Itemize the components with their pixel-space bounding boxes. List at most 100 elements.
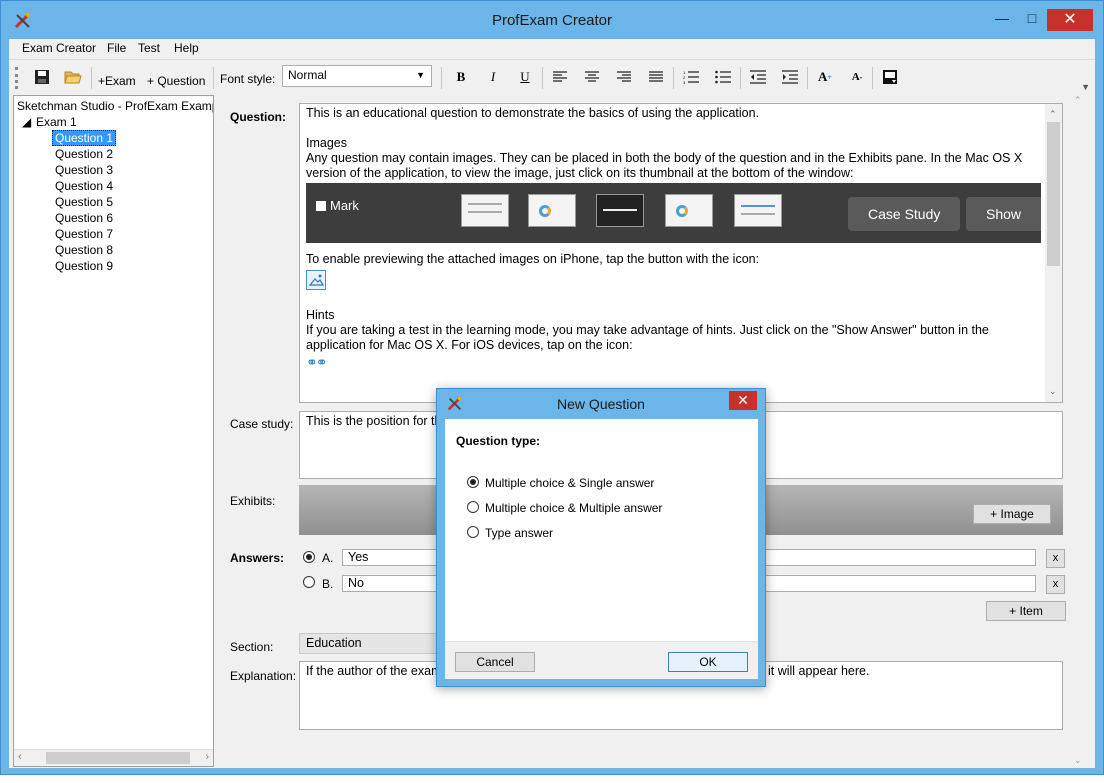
bullet-list-icon[interactable] — [712, 66, 734, 88]
answer-a-radio[interactable] — [303, 551, 315, 563]
maximize-button[interactable]: □ — [1017, 7, 1047, 31]
answer-a-text: Yes — [348, 550, 369, 564]
picture-icon — [306, 270, 326, 290]
tree-item-exam-1[interactable]: Exam 1 — [36, 114, 77, 130]
tree-item-question[interactable]: Question 3 — [55, 162, 113, 178]
toolbar-grip[interactable] — [15, 67, 18, 89]
scrollbar-thumb[interactable] — [46, 752, 190, 764]
chevron-down-icon[interactable]: ⌄ — [1074, 755, 1082, 766]
answer-b-text: No — [348, 576, 364, 590]
mac-toolbar-image: Mark Case Study Show Ans — [306, 183, 1041, 243]
tree-item-question[interactable]: Question 5 — [55, 194, 113, 210]
exam-tree: Sketchman Studio - ProfExam Examp ◢ Exam… — [13, 95, 214, 767]
thumbnail-image — [665, 194, 713, 227]
tree-item-question[interactable]: Question 8 — [55, 242, 113, 258]
subscript-button[interactable]: A- — [846, 66, 868, 88]
thumbnail-image — [596, 194, 644, 227]
toolbar-overflow-icon[interactable]: ▼ — [1081, 82, 1090, 92]
chevron-down-icon: ▼ — [416, 70, 425, 80]
answer-b-radio[interactable] — [303, 576, 315, 588]
align-center-icon[interactable] — [581, 66, 603, 88]
bold-button[interactable]: B — [450, 66, 472, 88]
chevron-down-icon[interactable]: ⌄ — [1049, 384, 1057, 399]
answer-b-letter: B. — [322, 577, 334, 591]
superscript-button[interactable]: A + — [814, 66, 836, 88]
option-multiple-answer-label[interactable]: Multiple choice & Multiple answer — [485, 501, 662, 515]
option-single-answer-radio[interactable] — [467, 476, 479, 488]
menu-help[interactable]: Help — [174, 41, 199, 55]
ok-button[interactable]: OK — [668, 652, 748, 672]
tree-item-question[interactable]: Question 1 — [52, 130, 117, 146]
svg-text:3: 3 — [683, 80, 686, 84]
chevron-up-icon[interactable]: ⌃ — [1049, 107, 1057, 122]
option-single-answer-label[interactable]: Multiple choice & Single answer — [485, 476, 654, 490]
tree-expand-icon[interactable]: ◢ — [22, 114, 31, 130]
glasses-icon: ⚭⚭ — [306, 354, 328, 370]
tree-item-question[interactable]: Question 6 — [55, 210, 113, 226]
new-question-dialog: New Question ✕ Question type: Multiple c… — [436, 388, 766, 687]
editor-vertical-scrollbar[interactable]: ⌃ ⌄ — [1070, 93, 1087, 768]
mark-checkbox-image: Mark — [316, 198, 359, 213]
tree-root[interactable]: Sketchman Studio - ProfExam Examp — [17, 98, 213, 114]
align-right-icon[interactable] — [613, 66, 635, 88]
toolbar: +Exam + Question Font style: Normal ▼ B … — [9, 59, 1095, 93]
tree-item-question[interactable]: Question 4 — [55, 178, 113, 194]
folder-open-icon[interactable] — [62, 66, 84, 88]
section-label: Section: — [230, 640, 274, 654]
explanation-text-right: it will appear here. — [768, 664, 870, 678]
add-question-button[interactable]: + Question — [147, 74, 205, 88]
menu-bar: Exam Creator File Test Help — [9, 39, 1095, 59]
hints-text: If you are taking a test in the learning… — [306, 323, 989, 352]
menu-test[interactable]: Test — [138, 41, 160, 55]
option-type-answer-label[interactable]: Type answer — [485, 526, 553, 540]
remove-answer-a-button[interactable]: x — [1046, 549, 1065, 568]
increase-indent-icon[interactable] — [779, 66, 801, 88]
tree-item-question[interactable]: Question 7 — [55, 226, 113, 242]
tree-item-question[interactable]: Question 2 — [55, 146, 113, 162]
chevron-up-icon[interactable]: ⌃ — [1074, 95, 1082, 106]
italic-button[interactable]: I — [482, 66, 504, 88]
dialog-close-button[interactable]: ✕ — [729, 391, 757, 410]
window-title: ProfExam Creator — [491, 12, 613, 29]
save-icon[interactable] — [31, 66, 53, 88]
text-color-icon[interactable] — [879, 66, 901, 88]
toolbar-separator — [542, 67, 543, 89]
bottom-strip — [0, 775, 1104, 783]
minimize-button[interactable]: — — [987, 7, 1017, 31]
chevron-right-icon[interactable]: › — [205, 751, 209, 763]
add-image-button[interactable]: + Image — [973, 504, 1051, 524]
font-style-select[interactable]: Normal ▼ — [282, 65, 432, 87]
numbered-list-icon[interactable]: 123 — [680, 66, 702, 88]
chevron-left-icon[interactable]: ‹ — [18, 751, 22, 763]
decrease-indent-icon[interactable] — [747, 66, 769, 88]
title-bar[interactable]: ProfExam Creator — □ ✕ — [1, 1, 1103, 39]
thumbnail-image — [734, 194, 782, 227]
case-study-button-image: Case Study — [848, 197, 961, 231]
subscript-label: A — [851, 71, 860, 83]
align-left-icon[interactable] — [549, 66, 571, 88]
close-button[interactable]: ✕ — [1047, 9, 1093, 31]
menu-file[interactable]: File — [107, 41, 126, 55]
option-type-answer-radio[interactable] — [467, 526, 479, 538]
question-rich-text[interactable]: This is an educational question to demon… — [299, 103, 1063, 403]
align-justify-icon[interactable] — [645, 66, 667, 88]
toolbar-separator — [740, 67, 741, 89]
tree-item-label: Question 1 — [52, 130, 117, 146]
toolbar-separator — [807, 67, 808, 89]
tree-horizontal-scrollbar[interactable]: ‹ › — [14, 749, 213, 766]
tree-item-question[interactable]: Question 9 — [55, 258, 113, 274]
add-item-button[interactable]: + Item — [986, 601, 1066, 621]
dialog-title: New Question — [557, 396, 645, 412]
add-exam-button[interactable]: +Exam — [98, 74, 136, 88]
show-answer-button-image: Show Ans — [966, 197, 1041, 231]
question-vertical-scrollbar[interactable]: ⌃ ⌄ — [1045, 104, 1062, 402]
section-value: Education — [306, 636, 362, 650]
remove-answer-b-button[interactable]: x — [1046, 575, 1065, 594]
cancel-button[interactable]: Cancel — [455, 652, 535, 672]
underline-button[interactable]: U — [514, 66, 536, 88]
case-study-text: This is the position for th — [306, 414, 442, 428]
superscript-label: A — [818, 69, 828, 84]
menu-exam-creator[interactable]: Exam Creator — [22, 41, 96, 55]
scrollbar-thumb[interactable] — [1047, 122, 1060, 266]
option-multiple-answer-radio[interactable] — [467, 501, 479, 513]
